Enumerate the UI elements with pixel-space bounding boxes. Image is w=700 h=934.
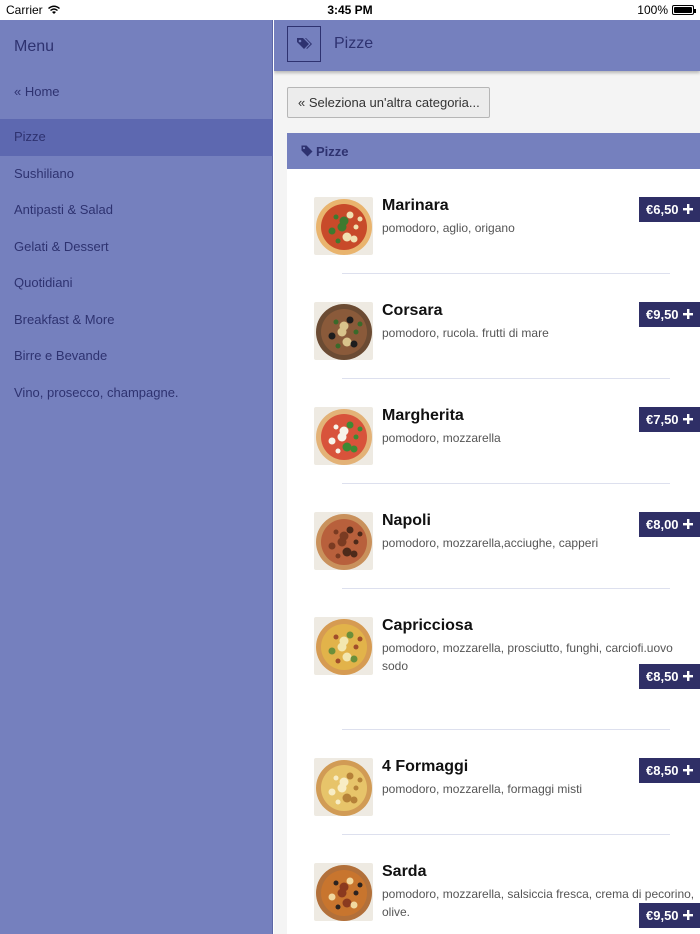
add-to-cart-button[interactable]: €9,50 [639,302,700,327]
home-link[interactable]: « Home [14,84,60,99]
product-item[interactable]: Corsara pomodoro, rucola. frutti di mare €… [287,274,700,379]
category-nav: Pizze Sushiliano Antipasti & Salad Gelati &… [0,119,273,411]
category-title: Pizze [316,143,349,159]
sidebar-item-quotidiani[interactable]: Quotidiani [0,265,273,302]
sidebar-item-pizze[interactable]: Pizze [0,119,273,156]
product-price: €8,50 [646,669,679,684]
product-name: Sarda [382,863,427,880]
sidebar-item-vino-prosecco-champagne[interactable]: Vino, prosecco, champagne. [0,375,273,412]
clock: 3:45 PM [327,3,373,17]
sidebar-item-breakfast-more[interactable]: Breakfast & More [0,302,273,339]
plus-icon [682,202,693,217]
main-content: Pizze « Seleziona un'altra categoria... … [274,20,700,934]
status-bar: Carrier 3:45 PM 100% [0,0,700,20]
plus-icon [682,763,693,778]
page-title: Pizze [334,35,374,52]
sidebar: Menu « Home Pizze Sushiliano Antipasti & S… [0,20,273,934]
tags-icon [297,38,312,49]
menu-title: Menu [14,38,55,55]
plus-icon [682,517,693,532]
product-price: €6,50 [646,202,679,217]
product-item[interactable]: Margherita pomodoro, mozzarella €7,50 [287,379,700,484]
add-to-cart-button[interactable]: €8,00 [639,512,700,537]
plus-icon [682,412,693,427]
sidebar-item-antipasti-salad[interactable]: Antipasti & Salad [0,192,273,229]
plus-icon [682,669,693,684]
battery-icon [672,5,696,15]
product-item[interactable]: Sarda pomodoro, mozzarella, salsiccia fre… [287,835,700,934]
category-menu-button[interactable] [287,26,321,62]
product-image[interactable] [314,512,373,570]
sidebar-item-birre-e-bevande[interactable]: Birre e Bevande [0,338,273,375]
product-image[interactable] [314,617,373,675]
product-name: 4 Formaggi [382,758,469,775]
product-panel: Pizze Marinara pomodoro, aglio, origano €6… [287,133,700,934]
battery-percent: 100% [637,3,668,17]
product-image[interactable] [314,407,373,465]
product-image[interactable] [314,302,373,360]
sidebar-item-gelati-dessert[interactable]: Gelati & Dessert [0,229,273,266]
product-price: €7,50 [646,412,679,427]
add-to-cart-button[interactable]: €7,50 [639,407,700,432]
top-bar: Pizze [274,20,700,71]
product-name: Corsara [382,302,443,319]
product-name: Margherita [382,407,464,424]
product-item[interactable]: Napoli pomodoro, mozzarella,acciughe, cap… [287,484,700,589]
product-price: €8,50 [646,763,679,778]
product-name: Marinara [382,197,449,214]
add-to-cart-button[interactable]: €8,50 [639,758,700,783]
add-to-cart-button[interactable]: €9,50 [639,903,700,928]
product-item[interactable]: Capricciosa pomodoro, mozzarella, prosciu… [287,589,700,730]
add-to-cart-button[interactable]: €8,50 [639,664,700,689]
product-price: €8,00 [646,517,679,532]
product-image[interactable] [314,863,373,921]
product-image[interactable] [314,197,373,255]
product-item[interactable]: 4 Formaggi pomodoro, mozzarella, formaggi… [287,730,700,835]
product-price: €9,50 [646,908,679,923]
product-name: Napoli [382,512,431,529]
add-to-cart-button[interactable]: €6,50 [639,197,700,222]
plus-icon [682,908,693,923]
product-image[interactable] [314,758,373,816]
product-price: €9,50 [646,307,679,322]
tag-icon [301,145,313,157]
category-header: Pizze [287,133,700,169]
battery-status: 100% [637,3,696,17]
change-category-button[interactable]: « Seleziona un'altra categoria... [287,87,490,118]
product-item[interactable]: Marinara pomodoro, aglio, origano €6,50 [287,169,700,274]
sidebar-item-sushiliano[interactable]: Sushiliano [0,156,273,193]
product-name: Capricciosa [382,617,473,634]
plus-icon [682,307,693,322]
